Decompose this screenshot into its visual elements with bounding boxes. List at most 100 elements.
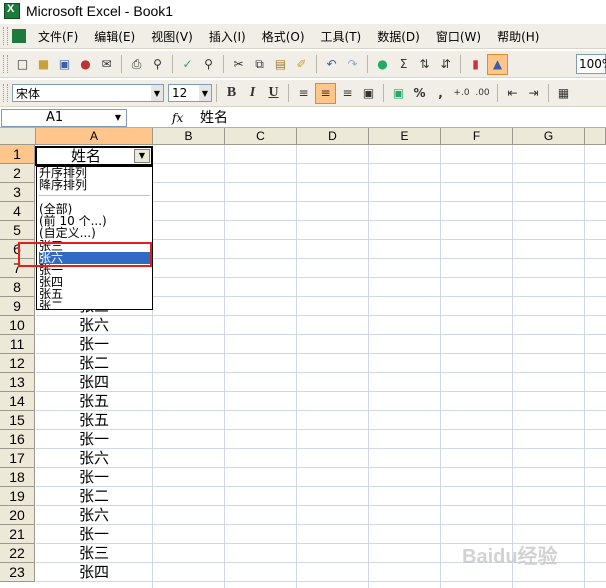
decrease-indent-icon[interactable]: ⇤	[503, 84, 522, 103]
cell-a14[interactable]: 张五	[36, 392, 152, 411]
insert-function-icon[interactable]: fx	[172, 109, 183, 127]
menu-file[interactable]: 文件(F)	[30, 28, 86, 45]
cell-a18[interactable]: 张一	[36, 468, 152, 487]
chevron-down-icon[interactable]: ▼	[111, 111, 125, 125]
sort-ascending-icon[interactable]: ⇅	[415, 55, 434, 74]
menu-tools[interactable]: 工具(T)	[313, 28, 370, 45]
filter-value-option[interactable]: 张二	[39, 300, 150, 309]
chevron-down-icon[interactable]: ▼	[151, 85, 163, 101]
column-header-c[interactable]: C	[225, 128, 297, 145]
row-header[interactable]: 10	[0, 316, 35, 335]
hyperlink-icon[interactable]: ●	[373, 55, 392, 74]
undo-icon[interactable]: ↶	[322, 55, 341, 74]
paste-icon[interactable]: ▤	[271, 55, 290, 74]
cell-a11[interactable]: 张一	[36, 335, 152, 354]
cut-icon[interactable]: ✂	[229, 55, 248, 74]
row-header[interactable]: 1	[0, 145, 35, 164]
menu-help[interactable]: 帮助(H)	[489, 28, 547, 45]
decrease-decimal-icon[interactable]: .00	[473, 84, 492, 103]
cell-a21[interactable]: 张一	[36, 525, 152, 544]
menu-view[interactable]: 视图(V)	[143, 28, 201, 45]
bold-button[interactable]: B	[222, 84, 241, 103]
column-header-d[interactable]: D	[297, 128, 369, 145]
name-box[interactable]: A1 ▼	[1, 109, 127, 127]
currency-icon[interactable]: ▣	[389, 84, 408, 103]
sort-descending-icon[interactable]: ⇵	[436, 55, 455, 74]
row-header[interactable]: 18	[0, 468, 35, 487]
autosum-icon[interactable]: Σ	[394, 55, 413, 74]
row-header[interactable]: 15	[0, 411, 35, 430]
cell-a23[interactable]: 张四	[36, 563, 152, 582]
active-cell-a1[interactable]: 姓名 ▼	[35, 146, 153, 166]
redo-icon[interactable]: ↷	[343, 55, 362, 74]
row-header[interactable]: 5	[0, 221, 35, 240]
row-header[interactable]: 13	[0, 373, 35, 392]
row-header[interactable]: 20	[0, 506, 35, 525]
menu-edit[interactable]: 编辑(E)	[86, 28, 143, 45]
column-header-b[interactable]: B	[153, 128, 225, 145]
row-header[interactable]: 19	[0, 487, 35, 506]
zoom-box[interactable]: 100%	[576, 54, 606, 74]
percent-button[interactable]: %	[410, 84, 429, 103]
email-icon[interactable]: ✉	[97, 55, 116, 74]
filter-custom-option[interactable]: (自定义...)	[39, 227, 150, 239]
chevron-down-icon[interactable]: ▼	[199, 85, 211, 101]
column-header-f[interactable]: F	[441, 128, 513, 145]
save-icon[interactable]: ▣	[55, 55, 74, 74]
menu-format[interactable]: 格式(O)	[254, 28, 313, 45]
column-header-h[interactable]	[585, 128, 606, 145]
column-header-a[interactable]: A	[36, 128, 153, 145]
workbook-icon[interactable]	[12, 29, 26, 43]
research-icon[interactable]: ⚲	[199, 55, 218, 74]
cell-a15[interactable]: 张五	[36, 411, 152, 430]
formula-content[interactable]: 姓名	[200, 109, 228, 127]
chart-wizard-icon[interactable]: ▮	[466, 55, 485, 74]
print-preview-icon[interactable]: ⚲	[148, 55, 167, 74]
underline-button[interactable]: U	[264, 84, 283, 103]
column-header-e[interactable]: E	[369, 128, 441, 145]
drawing-icon[interactable]: ▲	[487, 53, 508, 75]
cell-a12[interactable]: 张二	[36, 354, 152, 373]
comma-button[interactable]: ,	[431, 84, 450, 103]
autofilter-list[interactable]: 升序排列 降序排列 (全部) (前 10 个...) (自定义...) 张三 张…	[36, 166, 153, 310]
print-icon[interactable]: ⎙	[127, 55, 146, 74]
permission-icon[interactable]: ●	[76, 55, 95, 74]
row-header[interactable]: 3	[0, 183, 35, 202]
row-header[interactable]: 23	[0, 563, 35, 582]
row-header[interactable]: 21	[0, 525, 35, 544]
column-header-g[interactable]: G	[513, 128, 585, 145]
format-painter-icon[interactable]: ✐	[292, 55, 311, 74]
cell-a20[interactable]: 张六	[36, 506, 152, 525]
row-header[interactable]: 9	[0, 297, 35, 316]
increase-indent-icon[interactable]: ⇥	[524, 84, 543, 103]
row-header[interactable]: 14	[0, 392, 35, 411]
align-center-icon[interactable]: ≡	[315, 82, 336, 104]
new-document-icon[interactable]: □	[13, 55, 32, 74]
cell-a22[interactable]: 张三	[36, 544, 152, 563]
cell-a16[interactable]: 张一	[36, 430, 152, 449]
align-right-icon[interactable]: ≡	[338, 84, 357, 103]
autofilter-dropdown-button[interactable]: ▼	[134, 149, 150, 163]
row-header[interactable]: 2	[0, 164, 35, 183]
font-name-dropdown[interactable]: 宋体 ▼	[12, 84, 164, 102]
menu-data[interactable]: 数据(D)	[369, 28, 428, 45]
merge-center-icon[interactable]: ▣	[359, 84, 378, 103]
row-header[interactable]: 17	[0, 449, 35, 468]
borders-icon[interactable]: ▦	[554, 84, 573, 103]
row-header[interactable]: 22	[0, 544, 35, 563]
cell-a10[interactable]: 张六	[36, 316, 152, 335]
row-header[interactable]: 12	[0, 354, 35, 373]
row-header[interactable]: 4	[0, 202, 35, 221]
spelling-icon[interactable]: ✓	[178, 55, 197, 74]
row-header[interactable]: 11	[0, 335, 35, 354]
increase-decimal-icon[interactable]: +.0	[452, 84, 471, 103]
sort-descending-option[interactable]: 降序排列	[39, 179, 150, 191]
cell-a19[interactable]: 张二	[36, 487, 152, 506]
toolbar-grip[interactable]	[3, 27, 8, 45]
select-all-corner[interactable]	[0, 128, 36, 145]
open-folder-icon[interactable]: ■	[34, 55, 53, 74]
cell-a17[interactable]: 张六	[36, 449, 152, 468]
toolbar-grip[interactable]	[3, 55, 8, 73]
menu-window[interactable]: 窗口(W)	[428, 28, 489, 45]
toolbar-grip[interactable]	[3, 84, 8, 102]
